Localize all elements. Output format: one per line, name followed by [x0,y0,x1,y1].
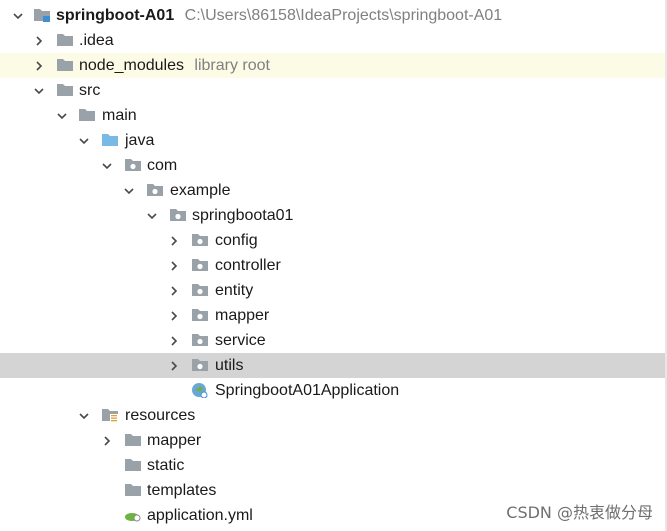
project-tree: springboot-A01 C:\Users\86158\IdeaProjec… [0,3,667,528]
tree-node-label: java [125,132,155,149]
chevron-right-icon[interactable] [168,328,180,353]
chevron-down-icon[interactable] [56,103,68,128]
tree-node-idea[interactable]: .idea [0,28,667,53]
tree-node-resources-mapper[interactable]: mapper [0,428,667,453]
tree-node-main[interactable]: main [0,103,667,128]
source-folder-icon [101,132,119,148]
tree-node-label: springboota01 [192,207,294,224]
tree-node-label: SpringbootA01Application [215,382,400,399]
chevron-right-icon[interactable] [101,428,113,453]
folder-icon [124,457,142,473]
tree-node-src[interactable]: src [0,78,667,103]
package-icon [169,207,187,223]
folder-icon [124,482,142,498]
chevron-right-icon[interactable] [33,53,45,78]
module-folder-icon [33,7,51,23]
tree-node-label: static [147,457,185,474]
tree-node-label: resources [125,407,196,424]
chevron-right-icon[interactable] [168,253,180,278]
chevron-right-icon[interactable] [168,278,180,303]
tree-node-label: src [79,82,101,99]
package-icon [191,332,209,348]
tree-node-com[interactable]: com [0,153,667,178]
tree-node-label: service [215,332,266,349]
tree-node-mapper-package[interactable]: mapper [0,303,667,328]
tree-node-label: mapper [147,432,202,449]
tree-node-static[interactable]: static [0,453,667,478]
folder-icon [78,107,96,123]
tree-node-java[interactable]: java [0,128,667,153]
spring-yml-icon [124,507,142,523]
resources-folder-icon [101,407,119,423]
package-icon [124,157,142,173]
tree-node-label: utils [215,357,244,374]
library-root-hint: library root [194,57,270,74]
tree-node-label: com [147,157,178,174]
tree-node-controller[interactable]: controller [0,253,667,278]
chevron-right-icon[interactable] [168,228,180,253]
chevron-down-icon[interactable] [12,3,24,28]
package-icon [191,232,209,248]
package-icon [191,357,209,373]
tree-node-resources[interactable]: resources [0,403,667,428]
chevron-down-icon[interactable] [101,153,113,178]
tree-node-root[interactable]: springboot-A01 C:\Users\86158\IdeaProjec… [0,3,667,28]
tree-node-label: .idea [79,32,114,49]
chevron-down-icon[interactable] [33,78,45,103]
folder-icon [56,57,74,73]
package-icon [191,307,209,323]
spring-boot-class-icon [191,382,209,398]
tree-node-label: controller [215,257,281,274]
tree-node-label: config [215,232,258,249]
root-path: C:\Users\86158\IdeaProjects\springboot-A… [184,7,503,24]
tree-node-entity[interactable]: entity [0,278,667,303]
tree-node-service[interactable]: service [0,328,667,353]
tree-node-config[interactable]: config [0,228,667,253]
folder-icon [56,82,74,98]
package-icon [191,257,209,273]
package-icon [146,182,164,198]
folder-icon [124,432,142,448]
chevron-down-icon[interactable] [146,203,158,228]
tree-node-application-class[interactable]: SpringbootA01Application [0,378,667,403]
chevron-down-icon[interactable] [78,128,90,153]
watermark: CSDN @热衷做分母 [506,503,653,522]
tree-node-label: mapper [215,307,270,324]
folder-icon [56,32,74,48]
chevron-right-icon[interactable] [168,303,180,328]
tree-node-utils[interactable]: utils [0,353,667,378]
tree-node-springboota01[interactable]: springboota01 [0,203,667,228]
tree-node-label: main [102,107,137,124]
tree-node-node-modules[interactable]: node_modules library root [0,53,667,78]
tree-node-label: node_modules [79,57,184,74]
tree-node-label: application.yml [147,507,253,524]
chevron-right-icon[interactable] [168,353,180,378]
chevron-right-icon[interactable] [33,28,45,53]
tree-node-label: entity [215,282,254,299]
package-icon [191,282,209,298]
tree-node-example[interactable]: example [0,178,667,203]
tree-node-label: example [170,182,231,199]
chevron-down-icon[interactable] [123,178,135,203]
chevron-down-icon[interactable] [78,403,90,428]
tree-node-label: templates [147,482,217,499]
root-name: springboot-A01 [56,7,175,24]
